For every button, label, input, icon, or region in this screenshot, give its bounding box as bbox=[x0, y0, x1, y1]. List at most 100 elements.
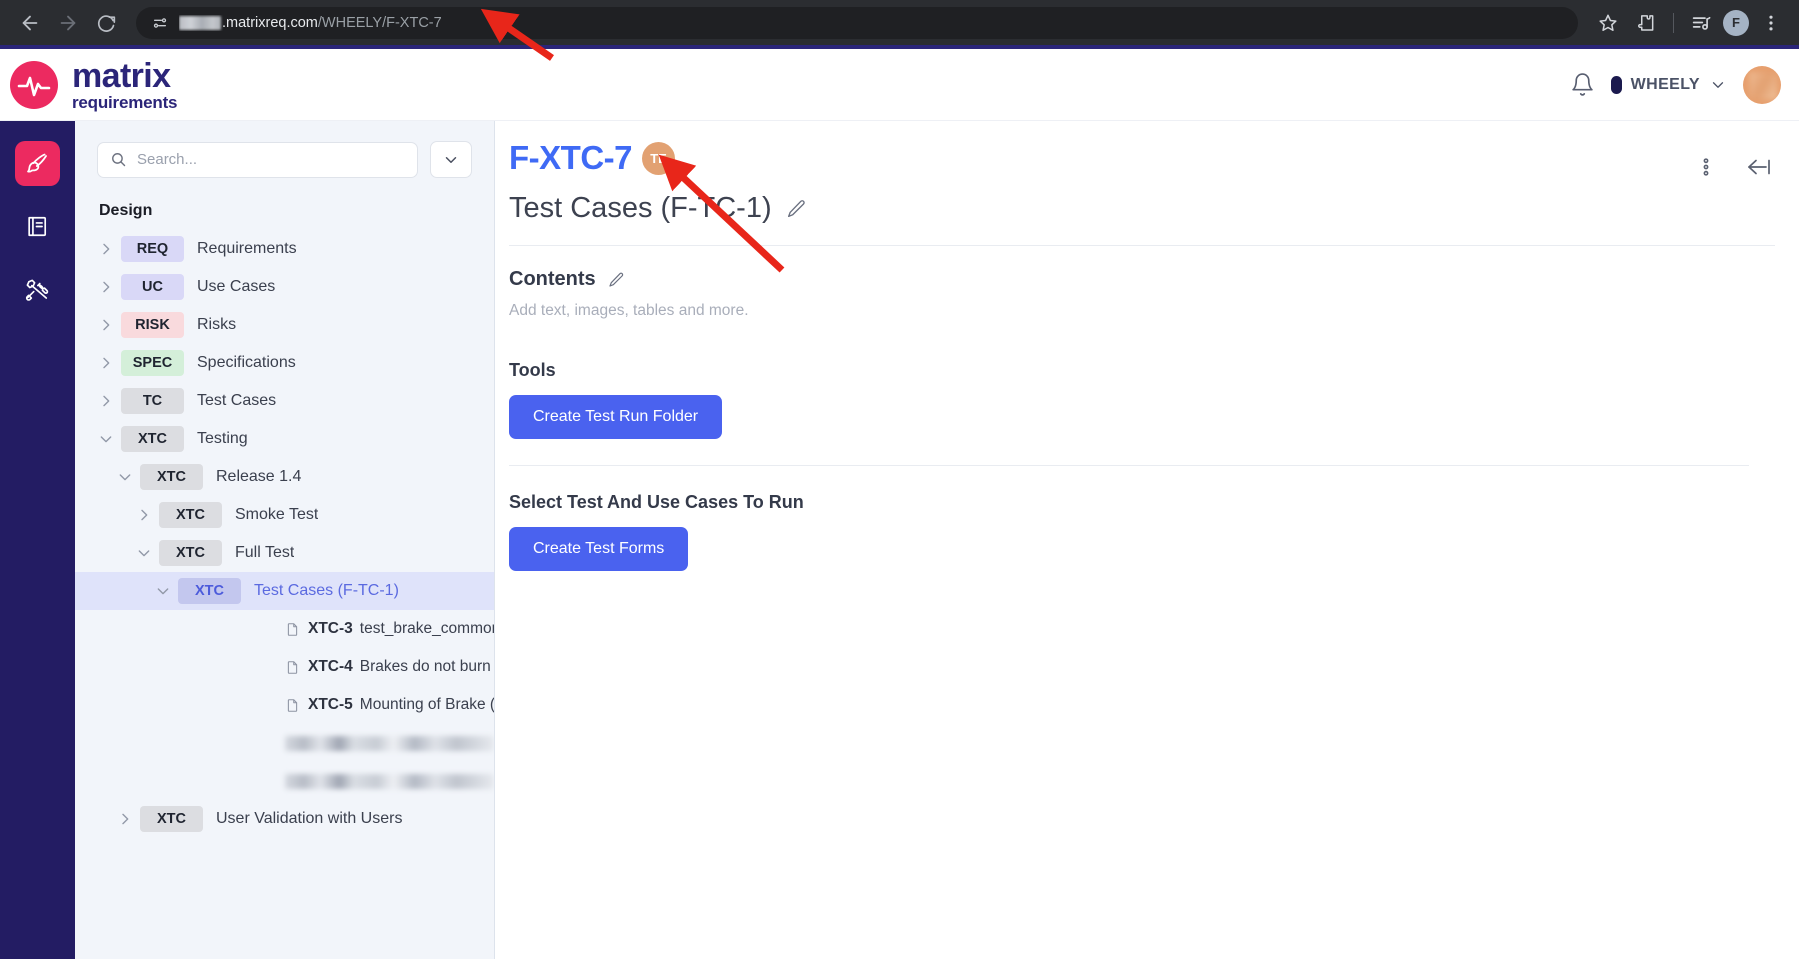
tree-item-badge: SPEC bbox=[121, 350, 184, 376]
chevron-down-icon[interactable] bbox=[129, 545, 159, 561]
tree-item-test-cases-f-tc-1[interactable]: XTC Test Cases (F-TC-1) bbox=[75, 572, 494, 610]
tree-item-label: Full Test bbox=[235, 544, 295, 561]
chevron-right-icon[interactable] bbox=[91, 355, 121, 371]
logo-line-1: matrix bbox=[72, 56, 171, 95]
notifications-bell-icon[interactable] bbox=[1570, 72, 1595, 97]
tree-leaf-redacted[interactable] bbox=[75, 762, 494, 800]
url-host: .matrixreq.com bbox=[222, 14, 318, 31]
tree-item-badge: UC bbox=[121, 274, 184, 300]
rail-item-design[interactable] bbox=[15, 141, 60, 186]
document-id[interactable]: F-XTC-7 bbox=[509, 139, 633, 177]
select-tests-title: Select Test And Use Cases To Run bbox=[509, 492, 804, 512]
tree-item-badge: XTC bbox=[121, 426, 184, 452]
document-id-row: F-XTC-7 TE bbox=[509, 139, 1695, 177]
browser-reload-button[interactable] bbox=[88, 5, 124, 41]
search-input[interactable] bbox=[137, 151, 405, 168]
project-selector[interactable]: WHEELY bbox=[1610, 75, 1727, 94]
sidebar-search-row bbox=[75, 121, 494, 188]
tree-item-user-validation-with-users[interactable]: XTC User Validation with Users bbox=[75, 800, 494, 838]
tree-leaf-title: test_brake_common (…htf- bbox=[359, 620, 494, 637]
search-box[interactable] bbox=[97, 141, 418, 178]
tools-title: Tools bbox=[509, 360, 556, 380]
app-logo-text: matrix requirements bbox=[72, 56, 178, 111]
extensions-puzzle-icon[interactable] bbox=[1630, 7, 1662, 39]
navigation-sidebar: Design REQ Requirements UC Use Cases RISK Ris… bbox=[75, 121, 495, 959]
tree-item-specifications[interactable]: SPEC Specifications bbox=[75, 344, 494, 382]
chevron-down-icon bbox=[1712, 81, 1724, 88]
browser-menu-icon[interactable] bbox=[1755, 7, 1787, 39]
document-icon bbox=[285, 621, 300, 638]
chevron-right-icon[interactable] bbox=[91, 317, 121, 333]
project-dot-icon bbox=[1610, 75, 1622, 94]
url-path: /WHEELY/F-XTC-7 bbox=[317, 14, 442, 31]
content-body: Contents Add text, images, tables and mo… bbox=[495, 246, 1799, 571]
tree-item-test-cases[interactable]: TC Test Cases bbox=[75, 382, 494, 420]
tree-scroll-area[interactable]: Design REQ Requirements UC Use Cases RISK Ris… bbox=[75, 188, 494, 959]
content-header-actions bbox=[1695, 139, 1773, 179]
browser-profile-avatar[interactable]: F bbox=[1723, 9, 1749, 36]
address-bar[interactable]: .matrixreq.com/WHEELY/F-XTC-7 bbox=[136, 6, 1578, 39]
tree-item-badge: XTC bbox=[159, 540, 222, 566]
tree-item-label: Test Cases (F-TC-1) bbox=[254, 582, 399, 599]
chevron-down-icon[interactable] bbox=[91, 431, 121, 447]
rail-item-documents[interactable] bbox=[15, 204, 60, 249]
content-pane: F-XTC-7 TE Test Cases (F-TC-1) Contents … bbox=[495, 121, 1799, 959]
project-name: WHEELY bbox=[1630, 75, 1700, 93]
document-icon bbox=[285, 659, 300, 676]
edit-contents-pencil-icon[interactable] bbox=[607, 271, 625, 289]
app-logo[interactable]: matrix requirements bbox=[0, 59, 480, 111]
tree-leaf-xtc-4[interactable]: XTC-4 Brakes do not burn (TC-2) bbox=[75, 648, 494, 686]
browser-actions: F bbox=[1592, 7, 1787, 39]
search-filter-button[interactable] bbox=[430, 141, 472, 178]
address-bar-url: .matrixreq.com/WHEELY/F-XTC-7 bbox=[179, 15, 442, 31]
chevron-right-icon[interactable] bbox=[91, 241, 121, 257]
tree-item-label: Smoke Test bbox=[235, 506, 319, 523]
chevron-right-icon[interactable] bbox=[129, 507, 159, 523]
edit-title-pencil-icon[interactable] bbox=[785, 198, 807, 220]
chevron-right-icon[interactable] bbox=[91, 393, 121, 409]
tree-item-use-cases[interactable]: UC Use Cases bbox=[75, 268, 494, 306]
create-test-run-folder-button[interactable]: Create Test Run Folder bbox=[509, 395, 723, 439]
bookmark-star-icon[interactable] bbox=[1592, 7, 1624, 39]
reading-list-icon[interactable] bbox=[1685, 7, 1717, 39]
tree-item-requirements[interactable]: REQ Requirements bbox=[75, 230, 494, 268]
tree-item-badge: RISK bbox=[121, 312, 184, 338]
contents-section-header: Contents bbox=[509, 268, 1773, 291]
tree-item-release-1-4[interactable]: XTC Release 1.4 bbox=[75, 458, 494, 496]
tree-item-full-test[interactable]: XTC Full Test bbox=[75, 534, 494, 572]
contents-placeholder: Add text, images, tables and more. bbox=[509, 302, 749, 319]
chevron-down-icon[interactable] bbox=[110, 469, 140, 485]
tree-leaf-redacted[interactable] bbox=[75, 724, 494, 762]
tree-item-badge: REQ bbox=[121, 236, 184, 262]
tree-item-badge: XTC bbox=[159, 502, 222, 528]
tools-divider bbox=[509, 465, 1749, 466]
redacted-subdomain bbox=[179, 15, 221, 30]
tree-item-risks[interactable]: RISK Risks bbox=[75, 306, 494, 344]
tree-leaf-title: Brakes do not burn (TC-2) bbox=[359, 658, 494, 675]
tree-item-label: Risks bbox=[197, 316, 237, 333]
chevron-right-icon[interactable] bbox=[91, 279, 121, 295]
tree-leaf-xtc-5[interactable]: XTC-5 Mounting of Brake (TC-3) bbox=[75, 686, 494, 724]
user-avatar[interactable] bbox=[1743, 65, 1781, 104]
tree-item-smoke-test[interactable]: XTC Smoke Test bbox=[75, 496, 494, 534]
chevron-down-icon bbox=[445, 156, 457, 163]
search-icon bbox=[110, 151, 127, 168]
document-icon bbox=[285, 697, 300, 714]
site-info-icon[interactable] bbox=[150, 13, 170, 33]
rail-item-tools[interactable] bbox=[15, 267, 60, 312]
more-actions-menu-icon[interactable] bbox=[1695, 156, 1717, 178]
browser-forward-button[interactable] bbox=[50, 5, 86, 41]
tree-item-testing[interactable]: XTC Testing bbox=[75, 420, 494, 458]
tree-item-label: Release 1.4 bbox=[216, 468, 302, 485]
collapse-panel-icon[interactable] bbox=[1745, 155, 1773, 179]
chevron-down-icon[interactable] bbox=[148, 583, 178, 599]
document-title: Test Cases (F-TC-1) bbox=[509, 192, 772, 224]
create-test-forms-button[interactable]: Create Test Forms bbox=[509, 527, 689, 571]
tree-leaf-xtc-3[interactable]: XTC-3 test_brake_common (…htf- bbox=[75, 610, 494, 648]
redacted-text bbox=[285, 773, 494, 789]
tree-item-badge: XTC bbox=[140, 806, 203, 832]
tree-leaf-id: XTC-5 bbox=[308, 696, 353, 713]
chevron-right-icon[interactable] bbox=[110, 811, 140, 827]
browser-back-button[interactable] bbox=[12, 5, 48, 41]
tree-item-label: User Validation with Users bbox=[216, 810, 403, 827]
